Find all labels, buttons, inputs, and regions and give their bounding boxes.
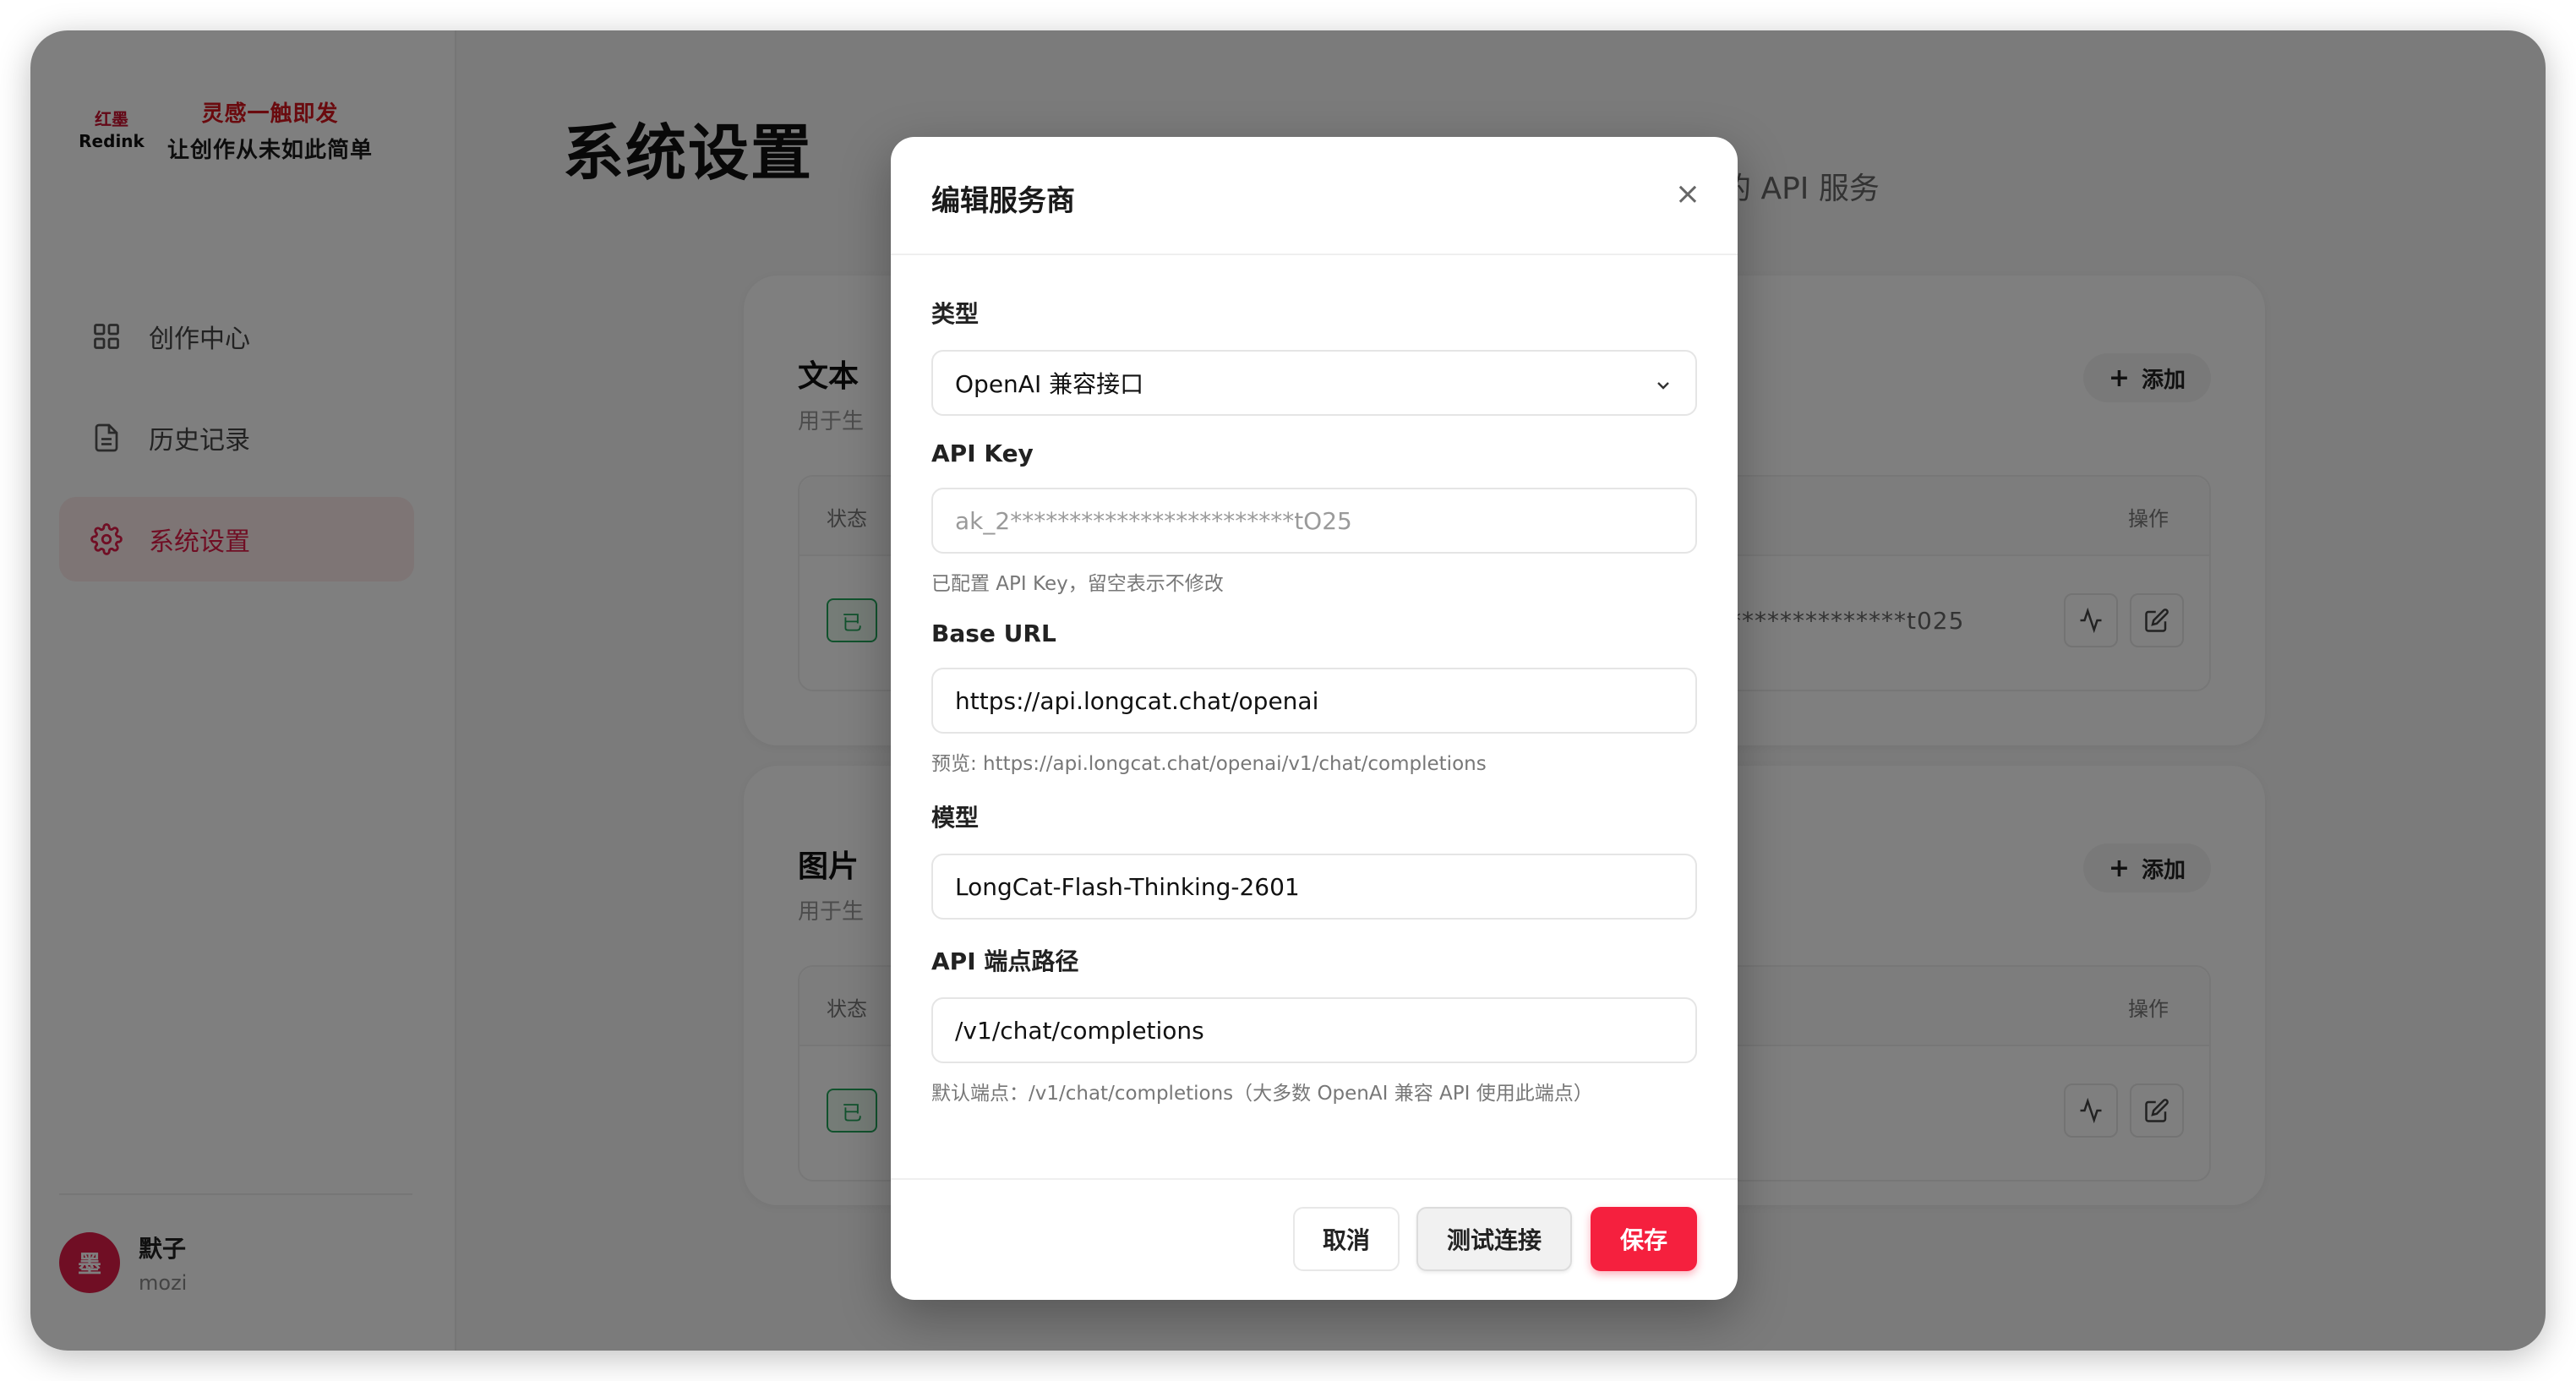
- model-field: 模型 LongCat-Flash-Thinking-2601: [931, 800, 1697, 920]
- dialog-footer: 取消 测试连接 保存: [891, 1178, 1738, 1300]
- endpoint-hint: 默认端点：/v1/chat/completions（大多数 OpenAI 兼容 …: [931, 1083, 1593, 1105]
- apikey-hint: 已配置 API Key，留空表示不修改: [931, 573, 1224, 595]
- apikey-label: API Key: [931, 439, 1034, 467]
- cancel-button[interactable]: 取消: [1293, 1207, 1400, 1271]
- dialog-title: 编辑服务商: [931, 184, 1075, 218]
- app-window: 红墨 Redink 灵感一触即发 让创作从未如此简单 创作中心: [30, 30, 2546, 1351]
- type-selected-value: OpenAI 兼容接口: [955, 370, 1144, 398]
- test-connection-button[interactable]: 测试连接: [1416, 1207, 1572, 1271]
- endpoint-input[interactable]: /v1/chat/completions: [931, 997, 1697, 1063]
- model-label: 模型: [931, 804, 980, 832]
- dialog-body: 类型 OpenAI 兼容接口 API Key ak_2*************…: [891, 255, 1738, 1105]
- apikey-field: API Key ak_2************************tO25…: [931, 439, 1697, 596]
- edit-provider-dialog: 编辑服务商 × 类型 OpenAI 兼容接口 API Key ak_2*****…: [891, 137, 1738, 1300]
- apikey-input[interactable]: ak_2************************tO25: [931, 488, 1697, 554]
- baseurl-field: Base URL https://api.longcat.chat/openai…: [931, 620, 1697, 776]
- type-select[interactable]: OpenAI 兼容接口: [931, 350, 1697, 416]
- endpoint-field: API 端点路径 /v1/chat/completions 默认端点：/v1/c…: [931, 943, 1697, 1105]
- type-label: 类型: [931, 300, 980, 328]
- chevron-down-icon: [1653, 374, 1673, 401]
- close-icon[interactable]: ×: [1675, 179, 1700, 210]
- save-button[interactable]: 保存: [1591, 1207, 1697, 1271]
- baseurl-input[interactable]: https://api.longcat.chat/openai: [931, 668, 1697, 734]
- dialog-header: 编辑服务商 ×: [891, 137, 1738, 255]
- baseurl-label: Base URL: [931, 620, 1056, 647]
- endpoint-label: API 端点路径: [931, 947, 1079, 975]
- model-input[interactable]: LongCat-Flash-Thinking-2601: [931, 854, 1697, 920]
- baseurl-preview: 预览: https://api.longcat.chat/openai/v1/c…: [931, 753, 1487, 775]
- type-field: 类型 OpenAI 兼容接口: [931, 296, 1697, 416]
